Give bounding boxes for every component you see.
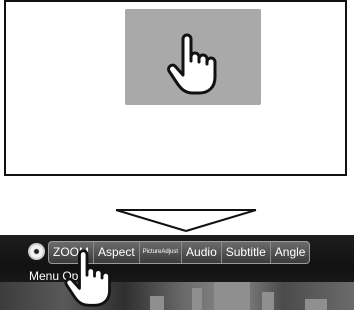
menu-item-subtitle[interactable]: Subtitle xyxy=(222,242,271,263)
menu-item-picture-adjust[interactable]: PictureAdjust xyxy=(140,242,183,263)
playback-screen: ZOOM Aspect PictureAdjust Audio Subtitle… xyxy=(0,235,354,310)
menu-item-angle[interactable]: Angle xyxy=(271,242,310,263)
background-photo xyxy=(0,282,354,310)
screen-frame xyxy=(4,0,347,176)
pointing-hand-icon xyxy=(64,249,111,307)
menu-item-audio[interactable]: Audio xyxy=(182,242,222,263)
disc-icon[interactable] xyxy=(28,243,45,260)
down-arrow-icon xyxy=(114,209,258,233)
touch-zone[interactable] xyxy=(125,9,261,105)
pointing-hand-icon xyxy=(167,33,217,95)
